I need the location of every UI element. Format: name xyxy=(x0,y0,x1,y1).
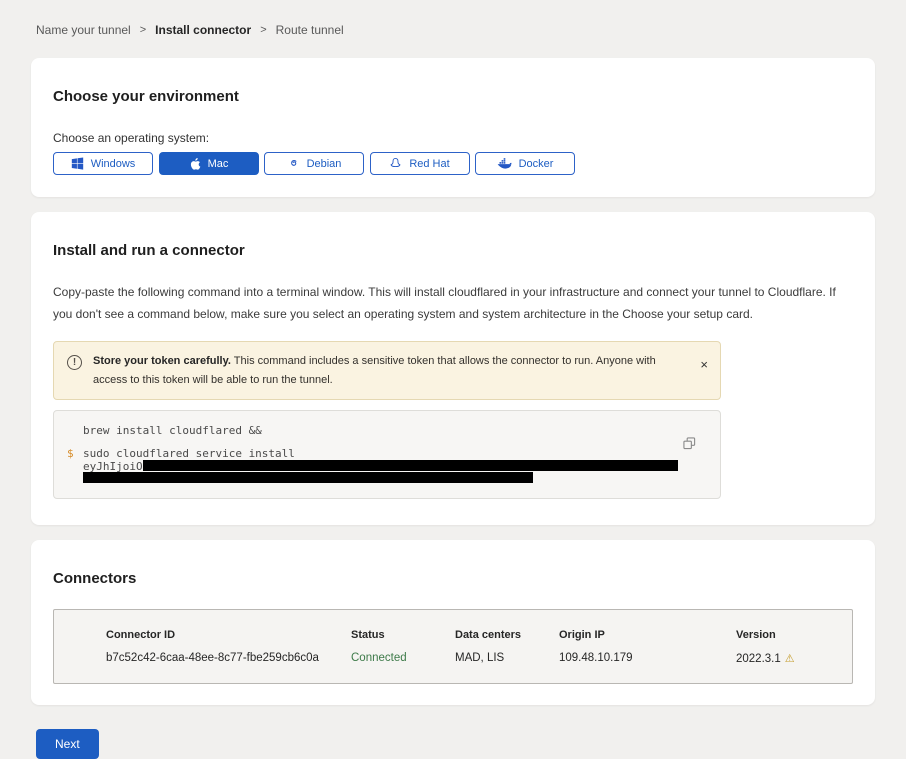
header-data-centers: Data centers xyxy=(455,629,559,641)
os-button-label: Docker xyxy=(519,158,554,170)
code-line-brew: brew install cloudflared && xyxy=(67,424,680,437)
windows-icon xyxy=(71,157,84,170)
install-connector-description: Copy-paste the following command into a … xyxy=(53,281,853,325)
install-connector-title: Install and run a connector xyxy=(53,242,853,259)
redacted-token-bar xyxy=(83,472,533,483)
docker-icon xyxy=(497,158,512,170)
token-prefix: eyJhIjoiO xyxy=(83,460,143,473)
os-button-label: Mac xyxy=(208,158,229,170)
version-warning-icon: ⚠ xyxy=(785,653,795,665)
connectors-title: Connectors xyxy=(53,570,853,587)
token-warning-bold: Store your token carefully. xyxy=(93,355,231,367)
token-warning-banner: ! Store your token carefully. This comma… xyxy=(53,341,721,399)
redacted-token-bar xyxy=(143,460,678,471)
token-warning-text: Store your token carefully. This command… xyxy=(93,352,700,388)
cell-version: 2022.3.1 ⚠ xyxy=(736,652,852,665)
code-line-token: eyJhIjoiO xyxy=(83,460,680,473)
environment-card: Choose your environment Choose an operat… xyxy=(31,58,875,197)
os-button-label: Red Hat xyxy=(409,158,449,170)
os-button-debian[interactable]: Debian xyxy=(264,152,364,175)
os-button-row: Windows Mac Debian Red Hat xyxy=(53,152,853,175)
version-value: 2022.3.1 xyxy=(736,653,781,665)
breadcrumb-separator: > xyxy=(260,24,266,36)
breadcrumb-separator: > xyxy=(140,24,146,36)
breadcrumb-install-connector[interactable]: Install connector xyxy=(155,23,251,37)
os-button-docker[interactable]: Docker xyxy=(475,152,575,175)
page: Name your tunnel > Install connector > R… xyxy=(0,0,906,759)
header-version: Version xyxy=(736,629,852,641)
debian-icon xyxy=(287,157,300,170)
breadcrumb-name-your-tunnel[interactable]: Name your tunnel xyxy=(36,23,131,37)
apple-icon xyxy=(189,157,201,171)
footer: Next xyxy=(36,729,875,759)
copy-icon[interactable] xyxy=(683,437,696,453)
connectors-table: Connector ID Status Data centers Origin … xyxy=(53,609,853,684)
next-button[interactable]: Next xyxy=(36,729,99,759)
install-connector-card: Install and run a connector Copy-paste t… xyxy=(31,212,875,525)
close-icon[interactable]: × xyxy=(700,358,708,371)
breadcrumb: Name your tunnel > Install connector > R… xyxy=(36,23,875,37)
shell-prompt: $ xyxy=(67,447,83,483)
breadcrumb-route-tunnel[interactable]: Route tunnel xyxy=(276,23,344,37)
redhat-icon xyxy=(389,157,402,170)
os-select-label: Choose an operating system: xyxy=(53,131,853,145)
table-row: b7c52c42-6caa-48ee-8c77-fbe259cb6c0a Con… xyxy=(106,652,852,665)
os-button-label: Windows xyxy=(91,158,136,170)
header-connector-id: Connector ID xyxy=(106,629,351,641)
environment-card-title: Choose your environment xyxy=(53,88,853,105)
code-line-service-install: sudo cloudflared service install xyxy=(83,447,680,460)
table-header-row: Connector ID Status Data centers Origin … xyxy=(106,629,852,641)
status-badge: Connected xyxy=(351,652,455,664)
cell-origin-ip: 109.48.10.179 xyxy=(559,652,736,664)
cell-data-centers: MAD, LIS xyxy=(455,652,559,664)
os-button-label: Debian xyxy=(307,158,342,170)
connectors-card: Connectors Connector ID Status Data cent… xyxy=(31,540,875,705)
header-status: Status xyxy=(351,629,455,641)
os-button-mac[interactable]: Mac xyxy=(159,152,259,175)
cell-connector-id: b7c52c42-6caa-48ee-8c77-fbe259cb6c0a xyxy=(106,652,351,664)
os-button-windows[interactable]: Windows xyxy=(53,152,153,175)
install-command-codeblock: brew install cloudflared && $ sudo cloud… xyxy=(53,410,721,499)
alert-circle-icon: ! xyxy=(67,355,82,370)
header-origin-ip: Origin IP xyxy=(559,629,736,641)
os-button-redhat[interactable]: Red Hat xyxy=(370,152,470,175)
